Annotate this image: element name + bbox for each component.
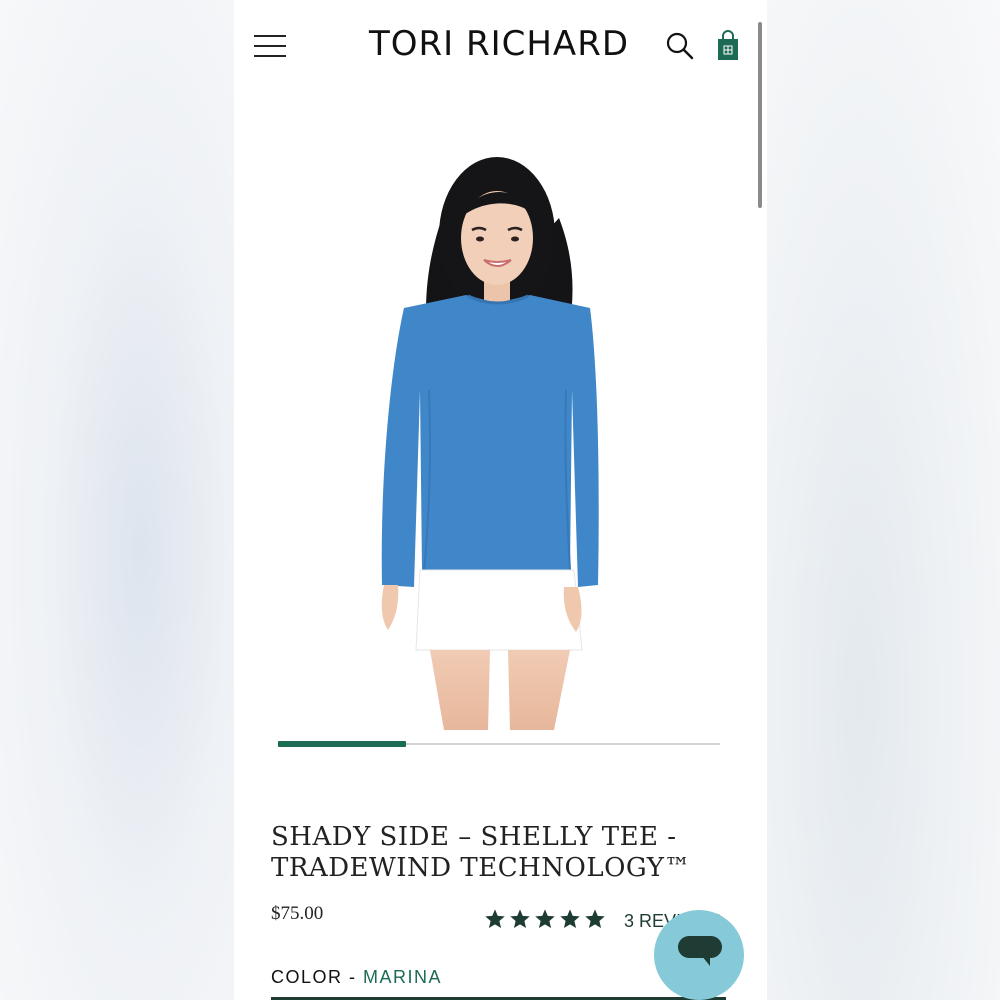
color-label: COLOR -	[271, 967, 364, 987]
star-icon	[585, 909, 605, 928]
product-image-model[interactable]	[234, 90, 767, 730]
star-icon	[510, 909, 530, 928]
star-icon	[535, 909, 555, 928]
carousel-progress-track[interactable]	[278, 741, 720, 747]
chat-button[interactable]	[654, 910, 744, 1000]
color-selector-label: COLOR - MARINA	[271, 967, 442, 988]
product-price: $75.00	[271, 903, 324, 924]
product-title-line-1: SHADY SIDE – SHELLY TEE -	[271, 822, 677, 852]
hamburger-menu-icon[interactable]	[254, 33, 286, 59]
mobile-page: TORI RICHARD SHADY SIDE – SHELLY TEE - T…	[234, 0, 767, 1000]
color-value: MARINA	[363, 967, 443, 987]
product-title: SHADY SIDE – SHELLY TEE - TRADEWIND TECH…	[271, 822, 731, 884]
rating-stars[interactable]	[484, 908, 606, 932]
site-header: TORI RICHARD	[234, 0, 767, 90]
blurred-background-left	[0, 0, 234, 1000]
star-icon	[560, 909, 580, 928]
brand-logo[interactable]: TORI RICHARD	[359, 24, 639, 64]
carousel-progress-indicator	[278, 741, 407, 747]
chat-bubble-icon	[678, 936, 722, 966]
page-scrollbar[interactable]	[758, 22, 762, 208]
blurred-background-right	[767, 0, 1000, 1000]
product-title-line-2: TRADEWIND TECHNOLOGY™	[271, 853, 691, 883]
shopping-bag-icon[interactable]	[716, 30, 740, 62]
star-icon	[485, 909, 505, 928]
search-icon[interactable]	[665, 31, 695, 61]
